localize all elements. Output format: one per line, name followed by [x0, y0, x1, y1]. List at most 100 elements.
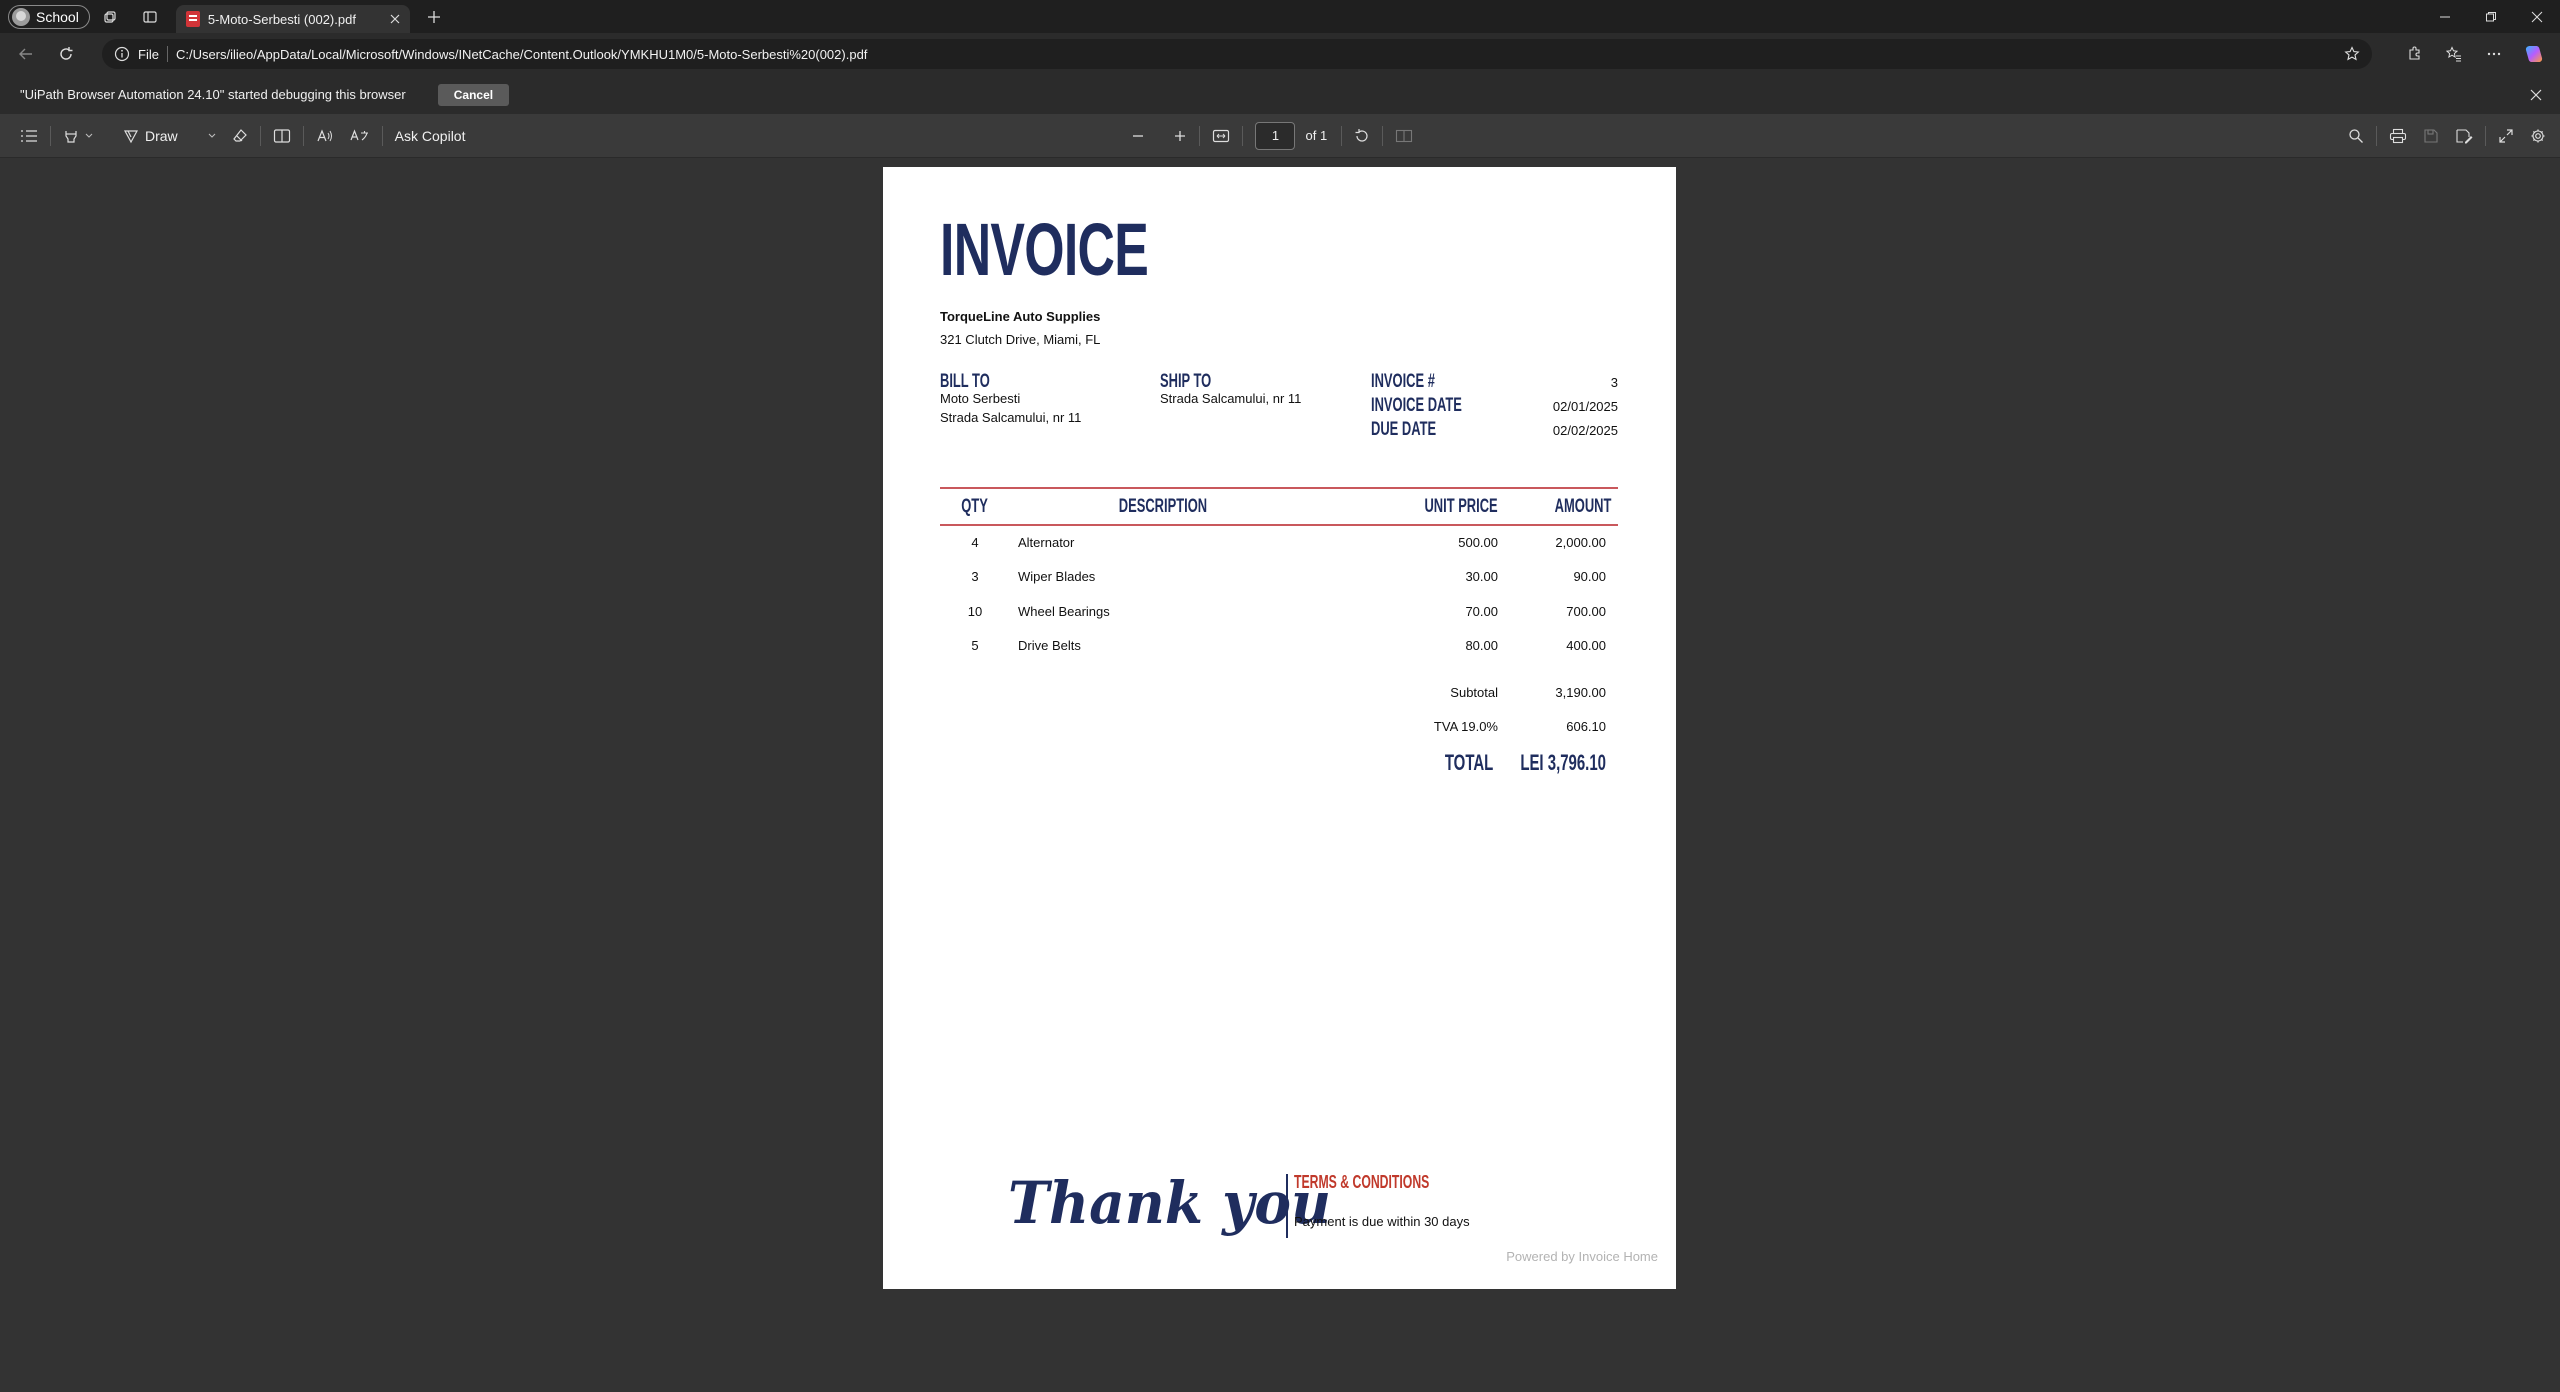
tax-value: 606.10 [1566, 719, 1606, 734]
workspaces-icon[interactable] [90, 0, 130, 33]
full-screen-button[interactable] [2490, 114, 2522, 158]
highlighter-icon [63, 128, 79, 144]
profile-button[interactable]: School [8, 4, 90, 29]
translate-button[interactable] [342, 114, 378, 158]
invoice-number-label: INVOICE # [1371, 371, 1435, 392]
tab-close-icon[interactable] [390, 14, 400, 24]
zoom-in-button[interactable] [1165, 114, 1195, 158]
expand-icon [2498, 128, 2514, 144]
thank-you-text: Thank you [1008, 1169, 1332, 1237]
table-top-rule [940, 487, 1618, 489]
infobar-close-icon[interactable] [2530, 89, 2542, 101]
bill-to-heading: BILL TO [940, 371, 990, 392]
column-header-amount-text: AMOUNT [1554, 496, 1611, 517]
refresh-button[interactable] [46, 33, 86, 75]
bill-to-address: Strada Salcamului, nr 11 [940, 410, 1082, 425]
column-header-qty-text: QTY [961, 496, 989, 517]
draw-label: Draw [145, 127, 178, 144]
infobar-message: "UiPath Browser Automation 24.10" starte… [20, 87, 406, 102]
more-options-icon[interactable] [2474, 33, 2514, 75]
subtotal-label: Subtotal [1450, 685, 1498, 700]
row-4-amount: 400.00 [1566, 638, 1606, 653]
column-header-description-text: DESCRIPTION [1118, 496, 1208, 517]
read-aloud-button[interactable] [308, 114, 342, 158]
page-total-label: of 1 [1305, 128, 1328, 143]
column-header-amount: AMOUNT [1483, 496, 1611, 518]
back-button[interactable] [6, 33, 46, 75]
column-header-qty: QTY [940, 496, 1010, 518]
pdf-toolbar: Draw Ask Copilot 1 of 1 [0, 114, 2560, 158]
search-button[interactable] [2340, 114, 2372, 158]
new-tab-button[interactable] [414, 0, 454, 33]
cancel-button[interactable]: Cancel [437, 83, 510, 106]
title-bar: School 5-Moto-Serbesti (002).pdf [0, 0, 2560, 33]
tab-actions-icon[interactable] [130, 0, 170, 33]
row-2-amount: 90.00 [1573, 569, 1606, 584]
subtotal-value: 3,190.00 [1555, 685, 1606, 700]
two-page-view-button[interactable] [1387, 114, 1421, 158]
terms-text: Payment is due within 30 days [1294, 1214, 1470, 1229]
close-window-button[interactable] [2514, 0, 2560, 33]
contents-icon[interactable] [12, 114, 46, 158]
save-as-icon [2455, 128, 2473, 144]
toolbar-divider [2485, 125, 2486, 146]
restore-button[interactable] [2468, 0, 2514, 33]
toolbar-divider [381, 125, 383, 146]
print-icon [2389, 128, 2407, 144]
highlight-button[interactable] [55, 114, 101, 158]
column-header-unit-price: UNIT PRICE [1333, 496, 1498, 518]
ask-copilot-button[interactable]: Ask Copilot [387, 114, 474, 158]
total-value: LEI 3,796.10 [1443, 750, 1606, 776]
minimize-button[interactable] [2422, 0, 2468, 33]
extensions-icon[interactable] [2394, 33, 2434, 75]
chevron-down-icon[interactable] [85, 133, 93, 139]
address-bar[interactable]: File C:/Users/ilieo/AppData/Local/Micros… [102, 39, 2372, 69]
two-page-icon [1395, 129, 1413, 143]
ship-to-address: Strada Salcamului, nr 11 [1160, 391, 1302, 406]
row-3-description: Wheel Bearings [1018, 604, 1110, 619]
tax-label: TVA 19.0% [1433, 719, 1498, 734]
pdf-viewer[interactable]: INVOICE TorqueLine Auto Supplies 321 Clu… [0, 158, 2560, 1392]
due-date: 02/02/2025 [1552, 423, 1618, 438]
info-icon[interactable] [114, 46, 130, 62]
search-icon [2348, 128, 2364, 144]
save-button[interactable] [2415, 114, 2447, 158]
fit-page-button[interactable] [1204, 114, 1238, 158]
favorites-icon[interactable] [2434, 33, 2474, 75]
address-scheme-label: File [138, 46, 159, 62]
rotate-icon [1354, 128, 1370, 144]
toolbar-divider [2376, 125, 2377, 146]
copilot-icon[interactable] [2514, 33, 2554, 75]
toolbar-divider [302, 125, 304, 146]
url-text[interactable]: C:/Users/ilieo/AppData/Local/Microsoft/W… [176, 47, 2336, 62]
eraser-icon [232, 128, 248, 144]
row-3-amount: 700.00 [1566, 604, 1606, 619]
powered-by-text: Powered by Invoice Home [1506, 1249, 1658, 1264]
fit-to-page-icon [1212, 129, 1230, 143]
footer-divider [1286, 1174, 1288, 1238]
erase-button[interactable] [224, 114, 256, 158]
row-2-description: Wiper Blades [1018, 569, 1096, 584]
rotate-button[interactable] [1346, 114, 1378, 158]
book-view-icon [273, 128, 291, 144]
save-as-button[interactable] [2447, 114, 2481, 158]
toolbar-divider [1382, 125, 1384, 146]
page-number-input[interactable]: 1 [1255, 121, 1296, 150]
read-aloud-icon [316, 128, 334, 144]
total-value-text: LEI 3,796.10 [1520, 750, 1606, 775]
print-button[interactable] [2381, 114, 2415, 158]
tab-active[interactable]: 5-Moto-Serbesti (002).pdf [175, 5, 410, 33]
tab-title: 5-Moto-Serbesti (002).pdf [207, 11, 356, 27]
favorite-star-icon[interactable] [2344, 46, 2360, 62]
invoice-title: INVOICE [940, 208, 1149, 291]
toolbar-divider [259, 125, 261, 146]
draw-button[interactable]: Draw [115, 114, 224, 158]
page-view-button[interactable] [265, 114, 299, 158]
chevron-down-icon[interactable] [208, 133, 216, 139]
profile-avatar-icon [12, 7, 30, 26]
toolbar-divider [1199, 125, 1201, 146]
settings-button[interactable] [2522, 114, 2554, 158]
row-2-unit-price: 30.00 [1465, 569, 1498, 584]
zoom-out-button[interactable] [1123, 114, 1153, 158]
invoice-date: 02/01/2025 [1552, 399, 1618, 414]
